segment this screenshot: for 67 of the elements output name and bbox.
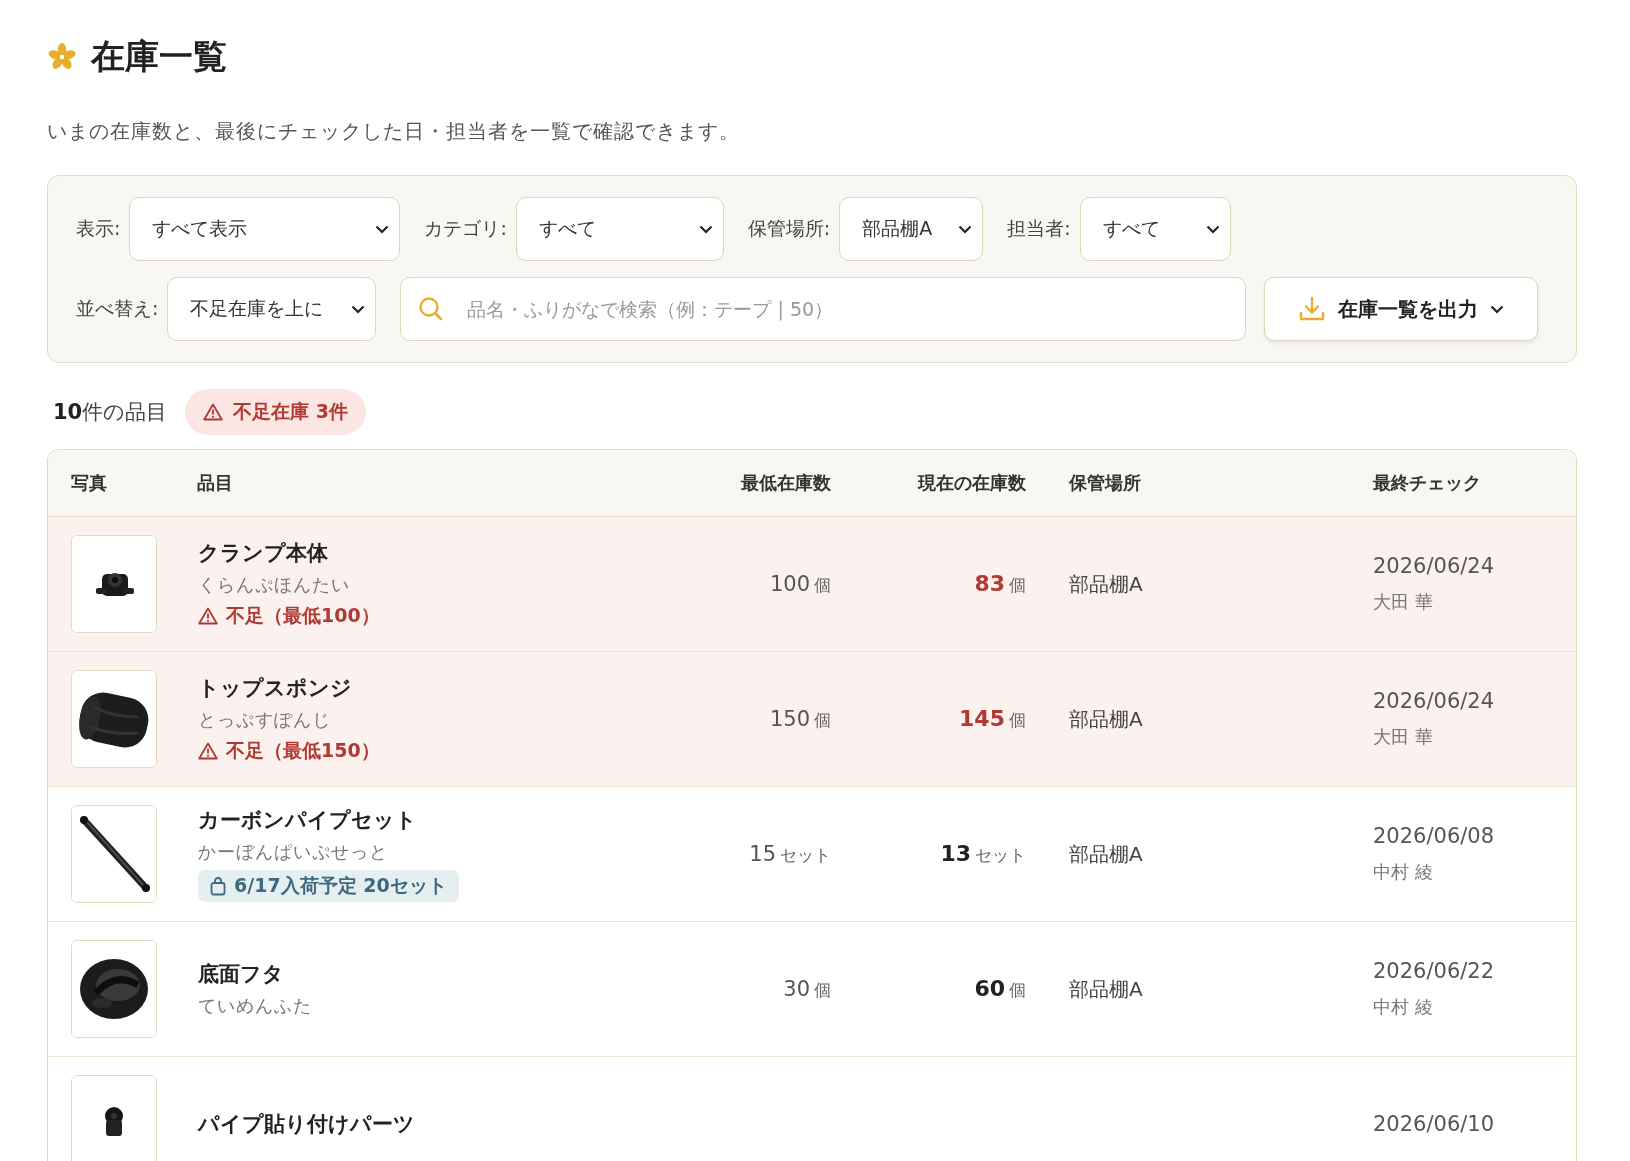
chevron-icon <box>1490 304 1505 314</box>
column-header: 写真 <box>71 471 108 495</box>
badge-text: 不足在庫 3件 <box>233 399 349 424</box>
storage-location: 部品棚A <box>1069 976 1143 1001</box>
checker-name: 中村 綾 <box>1373 860 1434 884</box>
current-stock: 60 個 <box>974 976 1026 1001</box>
chevron-icon <box>958 224 973 234</box>
dropdown[interactable]: すべて <box>515 197 724 261</box>
filter-label: 担当者: <box>1007 216 1071 241</box>
chevron-icon <box>351 304 366 314</box>
item-name: カーボンパイプセット <box>198 807 417 834</box>
current-stock: 13 セット <box>940 841 1026 866</box>
dropdown[interactable]: すべて <box>1079 197 1231 261</box>
page-description: いまの在庫数と、最後にチェックした日・担当者を一覧で確認できます。 <box>47 118 741 145</box>
column-header: 保管場所 <box>1067 471 1142 495</box>
dropdown[interactable]: 不足在庫を上に <box>167 277 377 341</box>
checker-name: 中村 綾 <box>1373 995 1434 1019</box>
item-name: 底面フタ <box>198 961 284 988</box>
check-date: 2026/06/22 <box>1373 959 1496 983</box>
page-title: 在庫一覧 <box>91 35 227 78</box>
export-button[interactable]: 在庫一覧を出力 <box>1264 277 1539 341</box>
minimum-stock: 15 セット <box>749 841 831 866</box>
shortage-note: 不足（最低150） <box>226 738 380 763</box>
chevron-icon <box>375 224 390 234</box>
flower-icon <box>47 42 77 72</box>
dropdown[interactable]: すべて表示 <box>129 197 401 261</box>
chevron-icon <box>698 224 713 234</box>
item-name: トップスポンジ <box>198 675 352 702</box>
item-count: 10件の品目 <box>53 399 168 426</box>
filter-label: 表示: <box>76 216 121 241</box>
column-header: 現在の在庫数 <box>916 471 1026 495</box>
search-icon <box>418 296 445 322</box>
warning-icon <box>203 403 224 421</box>
item-reading: かーぼんぱいぷせっと <box>198 840 388 864</box>
minimum-stock: 150 個 <box>769 706 831 731</box>
search-field[interactable]: 品名・ふりがなで検索（例：テープ | 50） <box>400 277 1247 341</box>
minimum-stock: 30 個 <box>783 976 831 1001</box>
column-header: 最低在庫数 <box>740 471 831 495</box>
item-name: クランプ本体 <box>198 540 328 567</box>
checker-name: 大田 華 <box>1373 725 1434 749</box>
check-date: 2026/06/24 <box>1373 689 1496 713</box>
item-reading: ていめんふた <box>198 994 312 1018</box>
warning-icon <box>198 607 218 625</box>
current-stock: 145 個 <box>959 706 1026 731</box>
filter-label: カテゴリ: <box>424 216 507 241</box>
tag-text: 6/17入荷予定 20セット <box>234 873 447 898</box>
chevron-icon <box>1205 224 1220 234</box>
item-reading: とっぷすぽんじ <box>198 708 331 732</box>
check-date: 2026/06/10 <box>1373 1112 1496 1136</box>
item-name: パイプ貼り付けパーツ <box>198 1111 415 1138</box>
filter-label: 並べ替え: <box>76 296 159 321</box>
column-header: 最終チェック <box>1373 471 1482 495</box>
storage-location: 部品棚A <box>1069 841 1143 866</box>
minimum-stock: 100 個 <box>769 571 831 596</box>
check-date: 2026/06/08 <box>1373 824 1496 848</box>
filter-label: 保管場所: <box>747 216 831 241</box>
item-reading: くらんぷほんたい <box>198 573 350 597</box>
current-stock: 83 個 <box>974 571 1026 596</box>
check-date: 2026/06/24 <box>1373 554 1496 578</box>
checker-name: 大田 華 <box>1373 590 1434 614</box>
download-icon <box>1298 295 1327 323</box>
storage-location: 部品棚A <box>1069 706 1143 731</box>
storage-location: 部品棚A <box>1069 571 1143 596</box>
dropdown[interactable]: 部品棚A <box>839 197 984 261</box>
column-header: 品目 <box>197 471 234 495</box>
shortage-note: 不足（最低100） <box>226 603 380 628</box>
warning-icon <box>198 742 218 760</box>
